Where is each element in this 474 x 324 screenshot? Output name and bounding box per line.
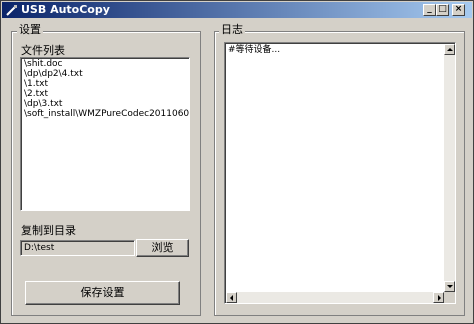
horizontal-scrollbar[interactable] (226, 292, 444, 303)
settings-group-title: 设置 (17, 23, 43, 36)
log-area[interactable]: #等待设备... (224, 42, 456, 304)
arrow-down-icon (447, 285, 453, 288)
file-list-item[interactable]: \dp\dp2\4.txt (21, 69, 189, 79)
scroll-down-button[interactable] (444, 281, 455, 292)
usb-icon (6, 5, 17, 16)
copy-to-path-field[interactable]: D:\test (20, 240, 135, 256)
maximize-icon: □ (438, 4, 447, 14)
file-list[interactable]: \shit.doc \dp\dp2\4.txt \1.txt \2.txt \dp\3.… (20, 57, 190, 211)
file-list-item[interactable]: \dp\3.txt (21, 99, 189, 109)
arrow-right-icon (438, 295, 441, 301)
scroll-up-button[interactable] (444, 44, 455, 55)
file-list-label: 文件列表 (21, 44, 65, 57)
scrollbar-corner (444, 292, 455, 303)
scroll-right-button[interactable] (433, 292, 444, 303)
file-list-item[interactable]: \2.txt (21, 89, 189, 99)
save-settings-label: 保存设置 (80, 286, 125, 299)
log-group-title: 日志 (219, 23, 245, 36)
browse-button-label: 浏览 (151, 241, 174, 254)
title-bar[interactable]: USB AutoCopy _ □ × (2, 2, 472, 18)
minimize-button[interactable]: _ (423, 4, 436, 16)
minimize-icon: _ (427, 4, 432, 14)
vertical-scrollbar[interactable] (444, 44, 455, 292)
file-list-item[interactable]: \1.txt (21, 79, 189, 89)
arrow-up-icon (447, 48, 453, 51)
main-window: USB AutoCopy _ □ × 设置 文件列表 \shit.doc \dp\… (0, 0, 474, 324)
close-button[interactable]: × (452, 4, 465, 16)
copy-to-label: 复制到目录 (21, 224, 76, 237)
window-title: USB AutoCopy (21, 3, 110, 16)
scroll-left-button[interactable] (226, 292, 237, 303)
close-icon: × (454, 4, 463, 14)
file-list-item[interactable]: \soft_install\WMZPureCodec20110603_Dio.t… (21, 109, 189, 119)
maximize-button[interactable]: □ (436, 4, 449, 16)
browse-button[interactable]: 浏览 (136, 239, 189, 257)
save-settings-button[interactable]: 保存设置 (25, 281, 180, 305)
arrow-left-icon (230, 295, 233, 301)
file-list-item[interactable]: \shit.doc (21, 59, 189, 69)
log-text: #等待设备... (228, 45, 281, 55)
